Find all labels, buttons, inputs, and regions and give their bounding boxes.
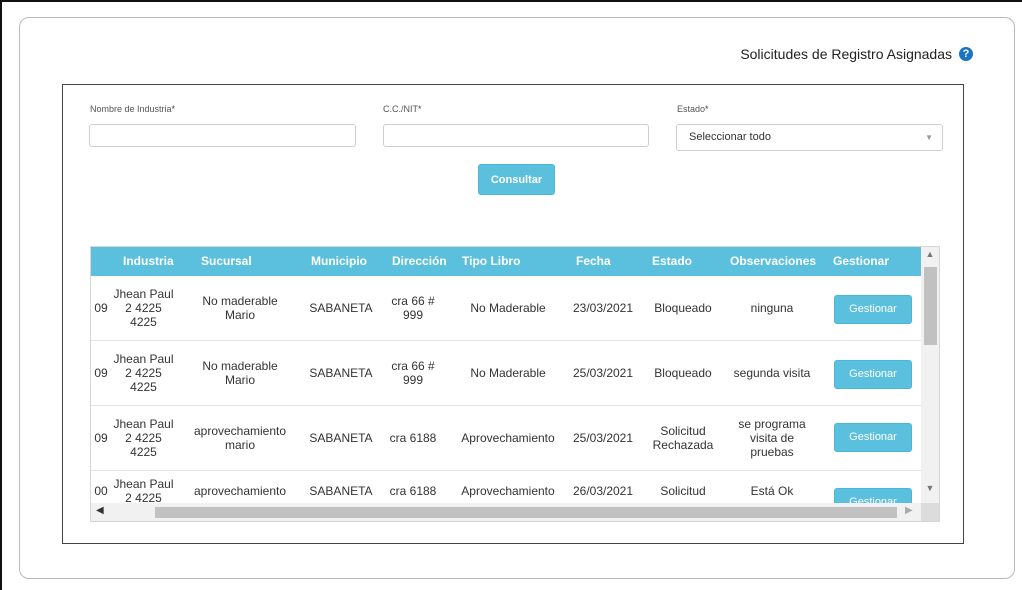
table-row: 09 Jhean Paul 2 4225 4225 No maderable M… [91,276,921,341]
horizontal-scroll-thumb[interactable] [155,507,897,518]
gestionar-button[interactable]: Gestionar [834,360,912,389]
consultar-button[interactable]: Consultar [478,164,555,195]
cell-id: 09 [94,301,108,315]
cell-sucursal: No maderable Mario [202,294,278,322]
th-tipo-libro[interactable]: Tipo Libro [462,247,520,276]
scroll-right-icon[interactable]: ▶ [905,505,913,516]
th-industria[interactable]: Industria [123,247,174,276]
th-estado[interactable]: Estado [652,247,692,276]
cell-fecha: 23/03/2021 [572,301,634,315]
cell-fecha: 25/03/2021 [572,431,634,445]
estado-select[interactable]: Seleccionar todo ▼ [676,124,943,151]
industria-input[interactable] [89,124,356,147]
estado-selected-value: Seleccionar todo [689,131,771,143]
industria-label: Nombre de Industria* [90,104,176,114]
th-direccion[interactable]: Dirección [392,247,447,276]
cell-sucursal: aprovechamiento mario [193,424,287,452]
horizontal-scrollbar[interactable]: ◀ ▶ [91,503,921,521]
cell-id: 09 [94,366,108,380]
cell-industria: Jhean Paul 2 4225 4225 [113,352,174,394]
cell-industria: Jhean Paul 2 4225 4225 [113,287,174,329]
chevron-down-icon: ▼ [925,133,933,142]
th-fecha[interactable]: Fecha [576,247,611,276]
cell-observaciones: se programa visita de pruebas [738,417,806,459]
nit-label: C.C./NIT* [383,104,422,114]
cell-estado: Bloqueado [654,301,712,315]
th-municipio[interactable]: Municipio [311,247,367,276]
page-title: Solicitudes de Registro Asignadas [740,46,952,62]
cell-municipio: SABANETA [309,366,373,380]
help-icon[interactable]: ? [959,47,973,61]
cell-direccion: cra 66 # 999 [391,294,435,322]
scroll-corner [921,503,939,521]
vertical-scroll-thumb[interactable] [924,267,937,345]
cell-tipo-libro: Aprovechamiento [461,431,555,445]
scroll-down-icon[interactable]: ▼ [921,483,939,493]
cell-direccion: cra 6188 [389,431,437,445]
table-header: Industria Sucursal Municipio Dirección T… [91,247,921,276]
cell-observaciones: segunda visita [733,366,811,380]
cell-observaciones: ninguna [750,301,794,315]
frame-edge [0,0,1022,2]
frame-edge [0,0,2,590]
cell-tipo-libro: No Maderable [470,301,546,315]
scroll-up-icon[interactable]: ▲ [921,249,939,259]
estado-label: Estado* [677,104,709,114]
cell-direccion: cra 66 # 999 [391,359,435,387]
cell-sucursal: No maderable Mario [202,359,278,387]
page-header: Solicitudes de Registro Asignadas ? [740,46,973,62]
cell-municipio: SABANETA [309,301,373,315]
cell-industria: Jhean Paul 2 4225 4225 [113,417,174,459]
th-observaciones[interactable]: Observaciones [730,247,816,276]
cell-municipio: SABANETA [309,431,373,445]
vertical-scrollbar[interactable]: ▲ ▼ [921,247,939,503]
th-gestionar[interactable]: Gestionar [833,247,889,276]
table-row: 09 Jhean Paul 2 4225 4225 No maderable M… [91,341,921,406]
gestionar-button[interactable]: Gestionar [834,295,912,324]
cell-estado: Solicitud Rechazada [652,424,714,452]
cell-fecha: 25/03/2021 [572,366,634,380]
cell-id: 09 [94,431,108,445]
cell-tipo-libro: No Maderable [470,366,546,380]
th-sucursal[interactable]: Sucursal [201,247,252,276]
requests-table[interactable]: Industria Sucursal Municipio Dirección T… [90,246,940,522]
table-row: 09 Jhean Paul 2 4225 4225 aprovechamient… [91,406,921,471]
scroll-left-icon[interactable]: ◀ [96,505,104,516]
nit-input[interactable] [383,124,649,147]
cell-estado: Bloqueado [654,366,712,380]
gestionar-button[interactable]: Gestionar [834,423,912,452]
